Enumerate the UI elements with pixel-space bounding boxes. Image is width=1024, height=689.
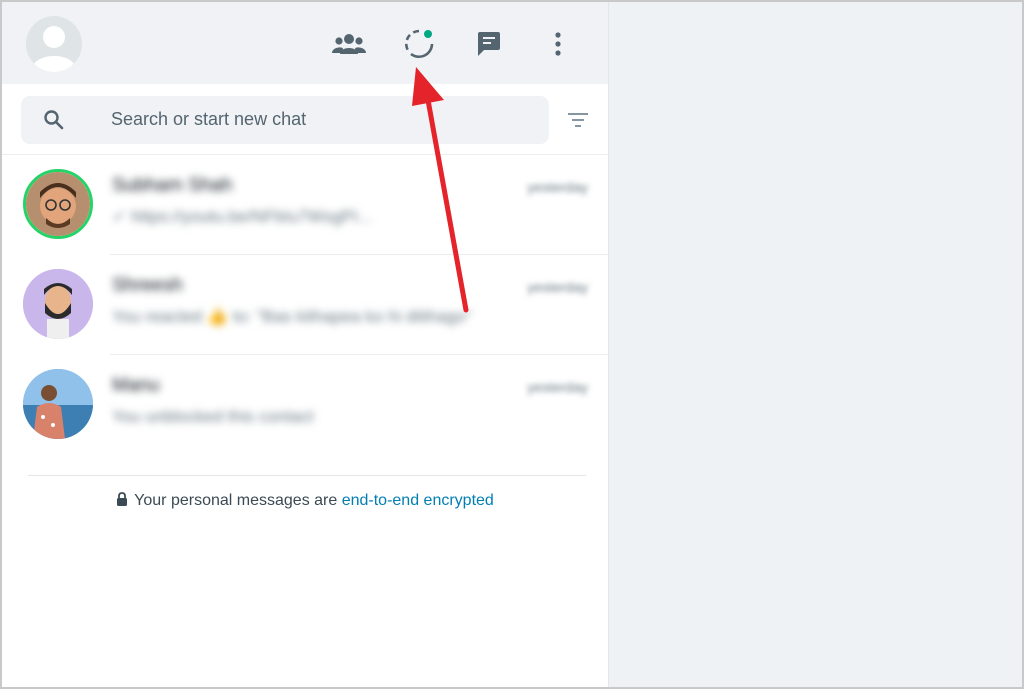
default-profile-avatar-icon[interactable] — [26, 16, 82, 72]
chat-preview: You reacted 👍 to: "Bas kithapea ko hi di… — [112, 307, 472, 326]
chat-time: yesterday — [527, 279, 588, 295]
app-header — [2, 2, 608, 84]
lock-icon — [116, 492, 128, 512]
chat-list-item[interactable]: Manu yesterday You unblocked this contac… — [2, 355, 608, 455]
chat-list-item[interactable]: Subham Shah yesterday ✓ https://youtu.be… — [2, 155, 608, 255]
encryption-notice: Your personal messages are end-to-end en… — [2, 492, 608, 512]
chat-list-panel: Search or start new chat Subham Shah yes… — [2, 2, 609, 687]
search-icon[interactable] — [43, 109, 65, 131]
chat-list-item[interactable]: Shreesh yesterday You reacted 👍 to: "Bas… — [2, 255, 608, 355]
list-end-divider — [28, 475, 586, 476]
avatar — [23, 269, 93, 339]
search-placeholder: Search or start new chat — [111, 109, 307, 129]
chat-time: yesterday — [527, 379, 588, 395]
search-bar: Search or start new chat — [2, 84, 608, 155]
app-window: Search or start new chat Subham Shah yes… — [0, 0, 1024, 689]
search-input[interactable]: Search or start new chat — [21, 96, 549, 144]
avatar — [23, 169, 93, 239]
chat-name: Manu — [112, 375, 160, 396]
chat-preview: ✓ https://youtu.be/NFbIu7WsgPI... — [112, 207, 372, 226]
communities-icon[interactable] — [329, 24, 369, 64]
encryption-text: Your personal messages are — [134, 492, 342, 509]
chat-name: Subham Shah — [112, 175, 233, 196]
status-dot — [424, 30, 432, 38]
menu-icon[interactable] — [538, 24, 578, 64]
chat-name: Shreesh — [112, 275, 183, 296]
new-chat-icon[interactable] — [469, 24, 509, 64]
status-icon[interactable] — [399, 24, 439, 64]
filter-icon[interactable] — [564, 109, 592, 131]
encryption-link[interactable]: end-to-end encrypted — [342, 492, 494, 509]
conversation-placeholder-panel — [609, 2, 1022, 687]
chat-time: yesterday — [527, 179, 588, 195]
avatar — [23, 369, 93, 439]
chat-preview: You unblocked this contact — [112, 407, 314, 426]
